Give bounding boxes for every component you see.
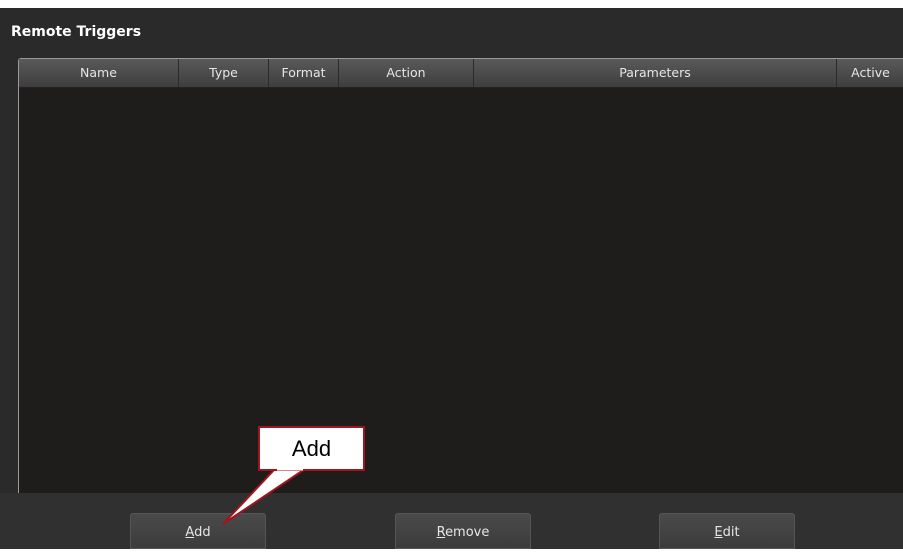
add-label-rest: dd: [194, 525, 211, 540]
edit-button[interactable]: Edit: [659, 513, 795, 549]
button-bar: Add Remove Edit: [0, 493, 903, 549]
remove-mnemonic: R: [436, 525, 446, 540]
table-header: Name Type Format Action Parameters Activ…: [19, 59, 903, 88]
remove-button[interactable]: Remove: [395, 513, 531, 549]
add-callout: Add: [258, 426, 365, 471]
column-header-name[interactable]: Name: [19, 59, 179, 87]
triggers-table[interactable]: Name Type Format Action Parameters Activ…: [18, 58, 903, 499]
edit-mnemonic: E: [714, 525, 723, 540]
column-header-parameters[interactable]: Parameters: [474, 59, 837, 87]
add-mnemonic: A: [185, 525, 195, 540]
add-button[interactable]: Add: [130, 513, 266, 549]
panel-title: Remote Triggers: [11, 24, 142, 40]
column-header-action[interactable]: Action: [339, 59, 474, 87]
edit-label-rest: dit: [722, 525, 740, 540]
callout-label: Add: [258, 426, 365, 471]
column-header-type[interactable]: Type: [179, 59, 269, 87]
column-header-format[interactable]: Format: [269, 59, 339, 87]
remove-label-rest: emove: [445, 525, 490, 540]
column-header-active[interactable]: Active: [837, 59, 903, 87]
remote-triggers-panel: Remote Triggers Name Type Format Action …: [0, 8, 903, 549]
